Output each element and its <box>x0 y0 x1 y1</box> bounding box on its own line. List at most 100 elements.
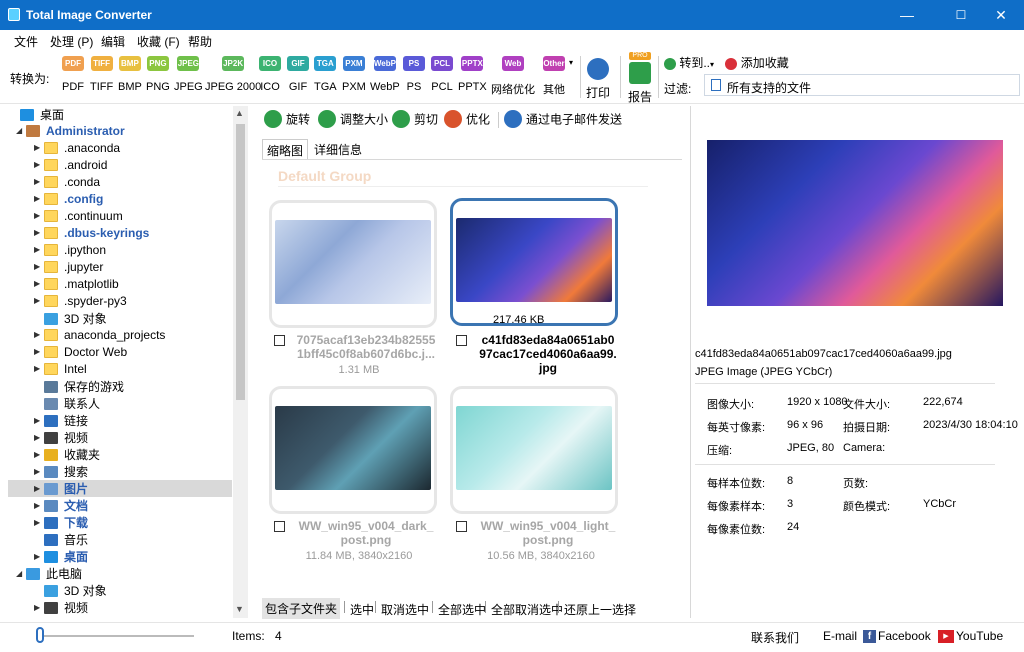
include-subfolders-button[interactable]: 包含子文件夹 <box>262 598 341 619</box>
format-button-jpeg[interactable]: JPEG JPEG <box>174 56 203 93</box>
tree-item-1[interactable]: ◢ Administrator <box>8 123 232 140</box>
tree-item-26[interactable]: ▶ 桌面 <box>8 548 232 565</box>
expand-arrow-icon[interactable]: ▶ <box>34 177 44 186</box>
tree-item-25[interactable]: 音乐 <box>8 531 232 548</box>
thumbnail-card-selected[interactable]: 217.46 KB <box>450 198 618 326</box>
tree-item-21[interactable]: ▶ 搜索 <box>8 463 232 480</box>
report-button[interactable]: PRO 报告 <box>628 52 652 105</box>
scrollbar-thumb[interactable] <box>236 124 245 400</box>
format-button-other[interactable]: Other 其他 ▾ <box>543 56 573 97</box>
scroll-down-icon[interactable]: ▼ <box>235 604 244 614</box>
thumbnail-card[interactable] <box>269 386 437 514</box>
tree-item-16[interactable]: 保存的游戏 <box>8 378 232 395</box>
expand-arrow-icon[interactable]: ▶ <box>34 262 44 271</box>
tree-item-10[interactable]: ▶ .matplotlib <box>8 276 232 293</box>
crop-button[interactable]: 剪切 <box>392 110 438 128</box>
thumbnail-card[interactable] <box>269 200 437 328</box>
tree-item-13[interactable]: ▶ anaconda_projects <box>8 327 232 344</box>
tab-details[interactable]: 详细信息 <box>310 139 366 159</box>
expand-arrow-icon[interactable]: ▶ <box>34 416 44 425</box>
expand-arrow-icon[interactable]: ▶ <box>34 484 44 493</box>
expand-arrow-icon[interactable]: ▶ <box>34 296 44 305</box>
scroll-up-icon[interactable]: ▲ <box>235 108 244 118</box>
zoom-slider-track[interactable] <box>40 635 194 637</box>
expand-arrow-icon[interactable]: ▶ <box>34 194 44 203</box>
zoom-slider-knob[interactable] <box>36 627 44 643</box>
expand-arrow-icon[interactable]: ▶ <box>34 330 44 339</box>
expand-arrow-icon[interactable]: ▶ <box>34 518 44 527</box>
expand-arrow-icon[interactable]: ▶ <box>34 245 44 254</box>
format-button-pcl[interactable]: PCL PCL <box>431 56 453 93</box>
format-button-webp[interactable]: WebP WebP <box>370 56 400 93</box>
expand-arrow-icon[interactable]: ▶ <box>34 279 44 288</box>
menu-process[interactable]: 处理 (P) <box>50 33 93 50</box>
tab-thumbnails[interactable]: 缩略图 <box>262 139 309 159</box>
expand-arrow-icon[interactable]: ▶ <box>34 364 44 373</box>
tree-item-2[interactable]: ▶ .anaconda <box>8 140 232 157</box>
restore-selection-link[interactable]: 还原上一选择 <box>564 601 636 618</box>
tree-item-23[interactable]: ▶ 文档 <box>8 497 232 514</box>
minimize-button[interactable]: — <box>884 0 930 30</box>
expand-arrow-icon[interactable]: ◢ <box>16 569 26 578</box>
expand-arrow-icon[interactable]: ▶ <box>34 552 44 561</box>
tree-item-9[interactable]: ▶ .jupyter <box>8 259 232 276</box>
expand-arrow-icon[interactable]: ◢ <box>16 126 26 135</box>
contact-link[interactable]: 联系我们 <box>751 629 799 646</box>
format-button-pptx[interactable]: PPTX PPTX <box>458 56 487 93</box>
resize-button[interactable]: 调整大小 <box>318 110 388 128</box>
expand-arrow-icon[interactable]: ▶ <box>34 603 44 612</box>
email-button[interactable]: 通过电子邮件发送 <box>504 110 622 128</box>
rotate-button[interactable]: 旋转 <box>264 110 310 128</box>
menu-favorites[interactable]: 收藏 (F) <box>137 33 180 50</box>
optimize-button[interactable]: 优化 <box>444 110 490 128</box>
format-button-pxm[interactable]: PXM PXM <box>342 56 366 93</box>
email-link[interactable]: E-mail <box>823 629 857 643</box>
tree-item-4[interactable]: ▶ .conda <box>8 174 232 191</box>
format-button-bmp[interactable]: BMP BMP <box>118 56 142 93</box>
expand-arrow-icon[interactable]: ▶ <box>34 501 44 510</box>
expand-arrow-icon[interactable]: ▶ <box>34 211 44 220</box>
expand-arrow-icon[interactable]: ▶ <box>34 160 44 169</box>
menu-edit[interactable]: 编辑 <box>101 33 125 50</box>
tree-item-6[interactable]: ▶ .continuum <box>8 208 232 225</box>
filter-select[interactable]: 所有支持的文件 <box>704 74 1020 96</box>
tree-item-15[interactable]: ▶ Intel <box>8 361 232 378</box>
thumbnail-card[interactable] <box>450 386 618 514</box>
expand-arrow-icon[interactable]: ▶ <box>34 450 44 459</box>
goto-button[interactable]: 转到..▾ 添加收藏 <box>664 54 789 71</box>
format-button-png[interactable]: PNG PNG <box>146 56 170 93</box>
tree-scrollbar[interactable]: ▲ ▼ <box>233 106 248 618</box>
tree-item-28[interactable]: 3D 对象 <box>8 582 232 599</box>
tree-item-20[interactable]: ▶ 收藏夹 <box>8 446 232 463</box>
tree-item-11[interactable]: ▶ .spyder-py3 <box>8 293 232 310</box>
select-link[interactable]: 选中 <box>350 601 374 618</box>
tree-item-0[interactable]: 桌面 <box>8 106 232 123</box>
menu-help[interactable]: 帮助 <box>188 33 212 50</box>
select-all-link[interactable]: 全部选中 <box>438 601 486 618</box>
format-button-tga[interactable]: TGA TGA <box>314 56 337 93</box>
tree-item-3[interactable]: ▶ .android <box>8 157 232 174</box>
tree-item-18[interactable]: ▶ 链接 <box>8 412 232 429</box>
close-button[interactable]: ✕ <box>978 0 1024 30</box>
facebook-link[interactable]: f Facebook <box>863 629 931 644</box>
format-button-tiff[interactable]: TIFF TIFF <box>90 56 113 93</box>
expand-arrow-icon[interactable]: ▶ <box>34 433 44 442</box>
tree-item-27[interactable]: ◢ 此电脑 <box>8 565 232 582</box>
deselect-link[interactable]: 取消选中 <box>381 601 429 618</box>
menu-file[interactable]: 文件 <box>14 33 38 50</box>
format-button-ico[interactable]: ICO ICO <box>259 56 281 93</box>
format-button-jp2k[interactable]: JP2K JPEG 2000 <box>205 56 261 93</box>
expand-arrow-icon[interactable]: ▶ <box>34 228 44 237</box>
expand-arrow-icon[interactable]: ▶ <box>34 143 44 152</box>
tree-item-17[interactable]: 联系人 <box>8 395 232 412</box>
tree-item-14[interactable]: ▶ Doctor Web <box>8 344 232 361</box>
tree-item-24[interactable]: ▶ 下载 <box>8 514 232 531</box>
tree-item-29[interactable]: ▶ 视频 <box>8 599 232 616</box>
print-button[interactable]: 打印 <box>586 58 610 101</box>
format-button-pdf[interactable]: PDF PDF <box>62 56 84 93</box>
tree-item-8[interactable]: ▶ .ipython <box>8 242 232 259</box>
tree-item-7[interactable]: ▶ .dbus-keyrings <box>8 225 232 242</box>
expand-arrow-icon[interactable]: ▶ <box>34 467 44 476</box>
expand-arrow-icon[interactable]: ▶ <box>34 347 44 356</box>
youtube-link[interactable]: ▶ YouTube <box>938 629 1003 644</box>
